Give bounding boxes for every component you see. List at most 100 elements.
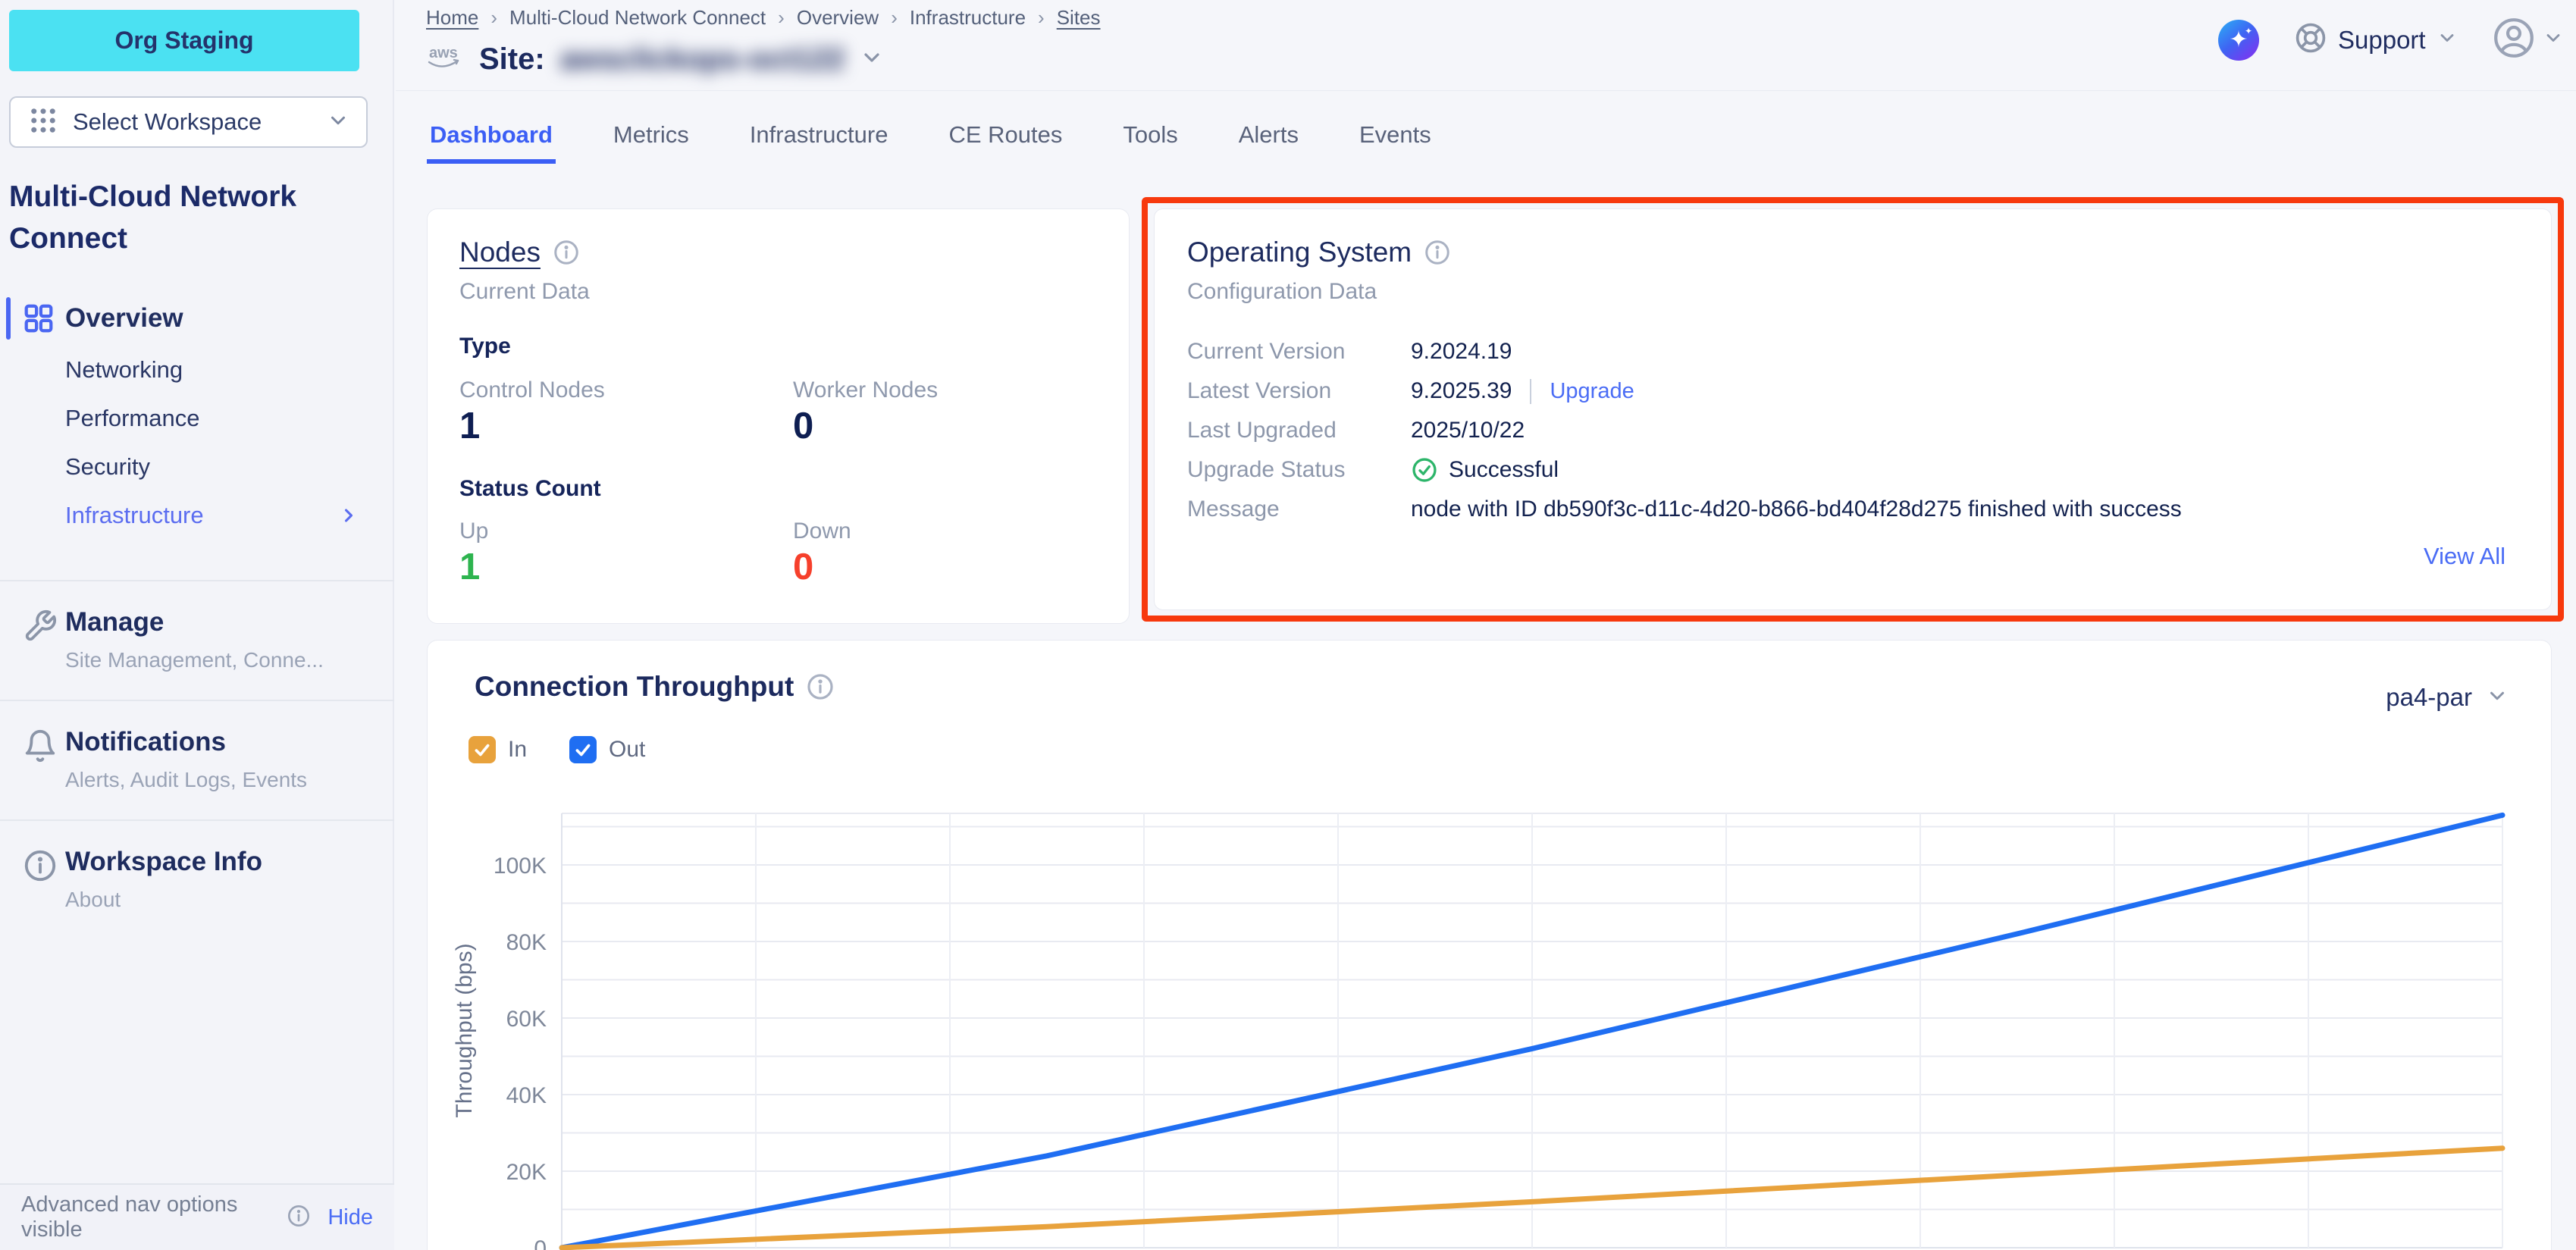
sidebar-section-workspace-info[interactable]: Workspace Info About (0, 819, 394, 939)
header-divider (396, 90, 2576, 91)
sidebar-item-label: Infrastructure (65, 502, 204, 529)
svg-text:0: 0 (534, 1236, 547, 1250)
breadcrumb-home[interactable]: Home (426, 6, 478, 30)
down-label: Down (793, 518, 851, 544)
type-header: Type (459, 334, 511, 359)
workspace-selector-label: Select Workspace (73, 108, 313, 136)
svg-text:100K: 100K (494, 854, 547, 879)
checkbox-out (569, 736, 597, 763)
node-selector-value: pa4-par (2386, 683, 2472, 712)
sidebar-item-security[interactable]: Security (0, 443, 394, 491)
workspace-selector[interactable]: Select Workspace (9, 96, 368, 148)
overview-grid-icon (21, 301, 56, 336)
active-indicator (6, 297, 11, 340)
sidebar-item-performance[interactable]: Performance (0, 394, 394, 443)
os-config-rows: Current Version 9.2024.19 Latest Version… (1187, 332, 2182, 529)
tab-infrastructure[interactable]: Infrastructure (747, 121, 892, 164)
svg-text:80K: 80K (506, 930, 547, 955)
chevron-down-icon (2437, 27, 2458, 52)
advanced-nav-text: Advanced nav options visible (21, 1192, 274, 1242)
tab-dashboard[interactable]: Dashboard (427, 121, 556, 164)
tab-alerts[interactable]: Alerts (1236, 121, 1302, 164)
status-badge: Successful (1449, 457, 1559, 483)
sidebar-section-label: Workspace Info (65, 847, 394, 877)
life-buoy-icon (2294, 21, 2327, 58)
org-banner[interactable]: Org Staging (9, 10, 359, 71)
row-value: 2025/10/22 (1411, 418, 1525, 443)
series-toggles: In Out (469, 736, 645, 763)
breadcrumb: Home › Multi-Cloud Network Connect › Ove… (426, 6, 1101, 30)
breadcrumb-sites[interactable]: Sites (1057, 6, 1101, 30)
sidebar-section-label: Notifications (65, 727, 394, 757)
os-row-latest-version: Latest Version 9.2025.39 Upgrade (1187, 371, 2182, 411)
row-label: Last Upgraded (1187, 418, 1411, 443)
toggle-in[interactable]: In (469, 736, 527, 763)
hide-nav-link[interactable]: Hide (327, 1205, 373, 1230)
tab-ce-routes[interactable]: CE Routes (945, 121, 1065, 164)
sidebar-item-networking[interactable]: Networking (0, 346, 394, 394)
worker-nodes-value: 0 (793, 405, 813, 447)
svg-text:Throughput (bps): Throughput (bps) (452, 943, 477, 1117)
row-value: 9.2024.19 (1411, 339, 1512, 365)
row-label: Message (1187, 497, 1411, 522)
chevron-down-icon[interactable] (860, 45, 884, 74)
tab-events[interactable]: Events (1356, 121, 1434, 164)
up-value: 1 (459, 546, 480, 588)
account-menu[interactable] (2493, 17, 2564, 63)
toggle-out-label: Out (609, 737, 645, 763)
operating-system-card: Operating System Configuration Data Curr… (1154, 208, 2552, 610)
os-card-subtitle: Configuration Data (1187, 279, 1377, 305)
upgrade-link[interactable]: Upgrade (1530, 379, 1634, 404)
breadcrumb-overview[interactable]: Overview (797, 6, 879, 30)
info-icon (23, 848, 58, 883)
nodes-card: Nodes Current Data Type Control Nodes Wo… (427, 208, 1130, 624)
success-check-icon (1411, 456, 1438, 484)
sidebar-section-notifications[interactable]: Notifications Alerts, Audit Logs, Events (0, 700, 394, 819)
info-icon[interactable] (553, 239, 580, 266)
chevron-down-icon (327, 109, 349, 136)
support-menu[interactable]: Support (2294, 21, 2458, 58)
sidebar-section-manage[interactable]: Manage Site Management, Conne... (0, 580, 394, 700)
annotation-highlight-box: Operating System Configuration Data Curr… (1142, 197, 2564, 622)
sidebar-item-label: Overview (65, 303, 183, 334)
row-label: Latest Version (1187, 378, 1411, 404)
sidebar-title: Multi-Cloud Network Connect (9, 176, 370, 259)
row-label: Upgrade Status (1187, 457, 1411, 483)
wrench-icon (23, 609, 58, 644)
chevron-right-icon (338, 505, 359, 530)
svg-text:60K: 60K (506, 1007, 547, 1032)
page: Org Staging Select Workspace Multi-Cloud… (0, 0, 2576, 1250)
sidebar-item-label: Security (65, 453, 150, 481)
throughput-chart: 020K40K60K80K100KThroughput (bps) (428, 785, 2552, 1250)
connection-throughput-card: Connection Throughput pa4-par (427, 640, 2552, 1250)
tab-tools[interactable]: Tools (1120, 121, 1180, 164)
os-card-title: Operating System (1187, 237, 1412, 268)
info-icon[interactable] (1424, 239, 1451, 266)
sidebar-section-subtitle: About (65, 888, 394, 912)
nodes-card-title[interactable]: Nodes (459, 237, 541, 268)
sidebar-item-overview[interactable]: Overview (0, 291, 394, 346)
breadcrumb-mcn[interactable]: Multi-Cloud Network Connect (509, 6, 766, 30)
tab-metrics[interactable]: Metrics (610, 121, 692, 164)
info-icon[interactable] (806, 672, 835, 701)
sidebar-item-infrastructure[interactable]: Infrastructure (0, 491, 394, 540)
tab-bar: Dashboard Metrics Infrastructure CE Rout… (427, 121, 1434, 164)
row-value: 9.2025.39 (1411, 378, 1512, 404)
site-header: aws Site: awsclickops-oct122 (425, 36, 884, 82)
toggle-in-label: In (508, 737, 527, 763)
sidebar-item-label: Networking (65, 356, 183, 384)
info-icon (287, 1204, 311, 1232)
site-label: Site: (479, 42, 545, 77)
toggle-out[interactable]: Out (569, 736, 645, 763)
nodes-card-subtitle: Current Data (459, 279, 590, 305)
view-all-link[interactable]: View All (2424, 543, 2505, 570)
node-selector-dropdown[interactable]: pa4-par (2386, 683, 2509, 712)
up-label: Up (459, 518, 488, 544)
sidebar-item-label: Performance (65, 405, 199, 432)
support-label: Support (2338, 26, 2426, 55)
os-row-upgrade-status: Upgrade Status Successful (1187, 450, 2182, 490)
ai-assistant-button[interactable]: ✦ ✦ (2218, 20, 2259, 61)
breadcrumb-infrastructure[interactable]: Infrastructure (910, 6, 1026, 30)
sparkle-icon: ✦ (2245, 26, 2252, 36)
chevron-down-icon (2543, 27, 2564, 52)
